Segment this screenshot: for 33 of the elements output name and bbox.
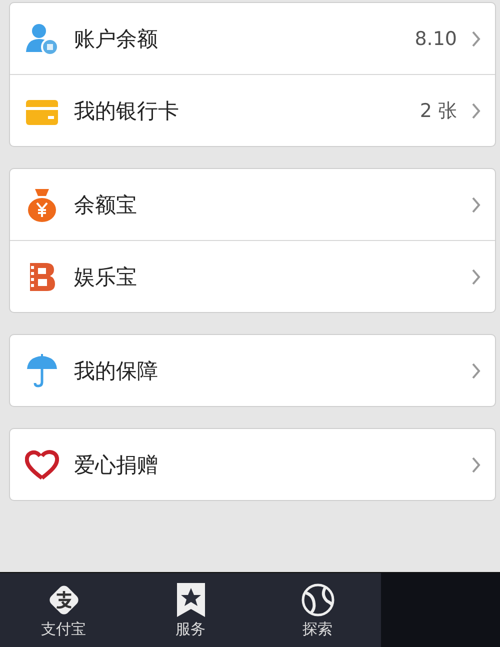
money-bag-icon <box>26 188 58 222</box>
tab-label: 服务 <box>176 620 206 638</box>
list-item[interactable]: 爱心捐赠 <box>10 429 495 500</box>
item-label: 爱心捐赠 <box>74 452 159 478</box>
list-item[interactable]: 余额宝 <box>10 169 495 240</box>
chevron-icon <box>471 362 481 378</box>
item-label: 我的银行卡 <box>74 98 180 124</box>
person-icon <box>25 22 59 56</box>
item-label: 余额宝 <box>74 192 138 218</box>
chevron-icon <box>471 102 481 118</box>
list-item[interactable]: 娱乐宝 <box>10 240 495 312</box>
list-item[interactable]: 账户余额 8.10 <box>10 3 495 74</box>
tab-label: 支付宝 <box>41 620 86 638</box>
tab-label: 探索 <box>302 620 332 638</box>
tab[interactable]: 服务 <box>127 573 254 647</box>
tab[interactable]: 支付宝 <box>0 573 127 647</box>
globe-icon <box>300 582 334 618</box>
heart-icon <box>25 450 59 480</box>
item-label: 我的保障 <box>74 358 159 384</box>
item-label: 娱乐宝 <box>74 264 138 290</box>
item-label: 账户余额 <box>74 26 159 52</box>
umbrella-icon <box>26 354 58 388</box>
chevron-icon <box>471 196 481 212</box>
list-item[interactable]: 我的保障 <box>10 335 495 406</box>
item-value: 8.10 <box>414 28 457 50</box>
list-item[interactable]: 我的银行卡 2 张 <box>10 74 495 146</box>
item-value: 2 张 <box>420 98 457 124</box>
bookmark-star-icon <box>176 582 206 618</box>
chevron-icon <box>471 456 481 472</box>
chevron-icon <box>471 30 481 46</box>
tab[interactable]: 探索 <box>254 573 381 647</box>
chevron-icon <box>471 268 481 284</box>
film-icon <box>28 262 56 292</box>
